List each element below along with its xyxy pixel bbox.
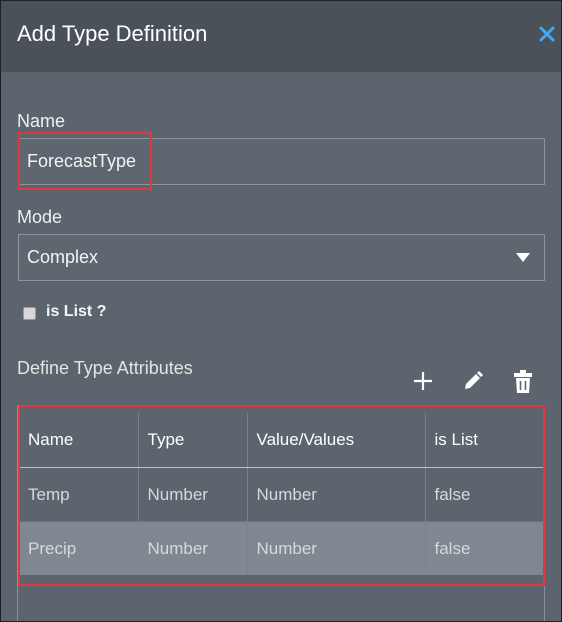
- name-input-value: ForecastType: [27, 151, 137, 171]
- chevron-down-icon: [516, 253, 530, 262]
- cell-is-list: false: [425, 467, 543, 522]
- attributes-table: Name Type Value/Values is List Temp Numb…: [19, 413, 543, 575]
- mode-select[interactable]: Complex: [18, 234, 545, 281]
- column-header-type[interactable]: Type: [138, 413, 248, 468]
- cell-name: Temp: [19, 467, 139, 522]
- dialog-title: Add Type Definition: [17, 21, 208, 46]
- cell-values: Number: [247, 521, 426, 575]
- mode-select-value: Complex: [27, 247, 99, 267]
- cell-type: Number: [138, 521, 248, 575]
- column-header-values[interactable]: Value/Values: [247, 413, 426, 468]
- is-list-label: is List ?: [46, 303, 107, 320]
- dialog-header: Add Type Definition: [1, 1, 561, 72]
- name-input[interactable]: ForecastType: [18, 138, 545, 185]
- mode-label: Mode: [17, 207, 63, 227]
- cell-name: Precip: [19, 521, 139, 575]
- close-icon[interactable]: [538, 21, 561, 49]
- add-icon[interactable]: [411, 369, 435, 393]
- table-header-row: Name Type Value/Values is List: [19, 413, 543, 468]
- table-row[interactable]: Precip Number Number false: [19, 521, 543, 575]
- delete-icon[interactable]: [511, 369, 535, 393]
- cell-is-list: false: [425, 521, 543, 575]
- column-header-is-list[interactable]: is List: [425, 413, 543, 468]
- table-row[interactable]: Temp Number Number false: [19, 467, 543, 522]
- cell-values: Number: [247, 467, 426, 522]
- name-label: Name: [17, 111, 66, 131]
- is-list-checkbox[interactable]: [23, 307, 36, 320]
- column-header-name[interactable]: Name: [19, 413, 139, 468]
- edit-icon[interactable]: [461, 369, 485, 393]
- define-type-attributes-label: Define Type Attributes: [17, 358, 193, 378]
- cell-type: Number: [138, 467, 248, 522]
- add-type-definition-dialog: Add Type Definition Name ForecastType Mo…: [0, 0, 562, 622]
